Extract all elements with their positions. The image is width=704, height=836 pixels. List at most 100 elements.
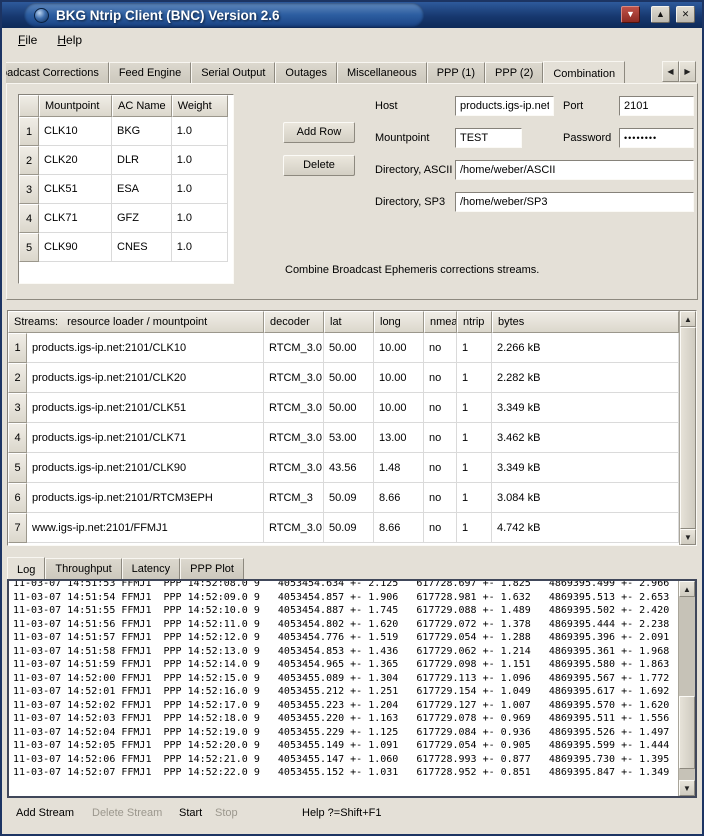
tab-combination[interactable]: Combination bbox=[543, 61, 625, 83]
row-header: 5 bbox=[8, 453, 27, 483]
cell-nmea: no bbox=[424, 393, 457, 423]
cell-mountpoint[interactable]: CLK20 bbox=[39, 146, 112, 175]
col-header-weight: Weight bbox=[172, 95, 228, 117]
cell-mountpoint[interactable]: CLK51 bbox=[39, 175, 112, 204]
col-header-ntrip: ntrip bbox=[457, 311, 492, 333]
cell-mountpoint[interactable]: CLK90 bbox=[39, 233, 112, 262]
cell-lat: 53.00 bbox=[324, 423, 374, 453]
cell-ntrip: 1 bbox=[457, 453, 492, 483]
port-input[interactable] bbox=[619, 96, 694, 116]
cell-ntrip: 1 bbox=[457, 363, 492, 393]
host-input[interactable] bbox=[455, 96, 554, 116]
tab-miscellaneous[interactable]: Miscellaneous bbox=[337, 62, 427, 83]
table-corner bbox=[19, 95, 39, 117]
combination-row: 5 CLK90 CNES 1.0 bbox=[19, 233, 228, 262]
menu-bar: File Help bbox=[2, 28, 702, 52]
cell-bytes: 3.084 kB bbox=[492, 483, 679, 513]
row-header: 1 bbox=[19, 117, 39, 146]
stream-row[interactable]: 5 products.igs-ip.net:2101/CLK90 RTCM_3.… bbox=[8, 453, 679, 483]
start-button[interactable]: Start bbox=[179, 807, 202, 819]
row-header: 2 bbox=[19, 146, 39, 175]
host-label: Host bbox=[375, 100, 398, 112]
streams-table: Streams: resource loader / mountpoint de… bbox=[7, 310, 697, 546]
mountpoint-input[interactable] bbox=[455, 128, 522, 148]
col-header-lat: lat bbox=[324, 311, 374, 333]
app-window: BKG Ntrip Client (BNC) Version 2.6 ▼ ▲ ✕… bbox=[0, 0, 704, 836]
tab-ppp-plot[interactable]: PPP Plot bbox=[180, 558, 244, 579]
menu-file[interactable]: File bbox=[10, 30, 45, 50]
tab-outages[interactable]: Outages bbox=[275, 62, 337, 83]
tab-log[interactable]: Log bbox=[7, 557, 45, 579]
col-header-ac-name: AC Name bbox=[112, 95, 172, 117]
minimize-button[interactable]: ▼ bbox=[621, 6, 640, 23]
scroll-track[interactable] bbox=[680, 327, 696, 529]
cell-ac-name[interactable]: DLR bbox=[112, 146, 172, 175]
cell-lat: 43.56 bbox=[324, 453, 374, 483]
cell-weight[interactable]: 1.0 bbox=[172, 204, 228, 233]
scroll-thumb[interactable] bbox=[679, 696, 695, 769]
scroll-down-button[interactable]: ▼ bbox=[680, 529, 696, 545]
cell-weight[interactable]: 1.0 bbox=[172, 117, 228, 146]
scroll-track[interactable] bbox=[679, 597, 695, 780]
cell-bytes: 2.282 kB bbox=[492, 363, 679, 393]
cell-long: 10.00 bbox=[374, 393, 424, 423]
stream-row[interactable]: 1 products.igs-ip.net:2101/CLK10 RTCM_3.… bbox=[8, 333, 679, 363]
tab-throughput[interactable]: Throughput bbox=[45, 558, 121, 579]
scroll-thumb[interactable] bbox=[680, 327, 696, 529]
cell-lat: 50.09 bbox=[324, 483, 374, 513]
cell-ntrip: 1 bbox=[457, 333, 492, 363]
stream-row[interactable]: 6 products.igs-ip.net:2101/RTCM3EPH RTCM… bbox=[8, 483, 679, 513]
combination-row: 2 CLK20 DLR 1.0 bbox=[19, 146, 228, 175]
row-header: 5 bbox=[19, 233, 39, 262]
cell-weight[interactable]: 1.0 bbox=[172, 233, 228, 262]
add-stream-button[interactable]: Add Stream bbox=[16, 807, 74, 819]
stream-row[interactable]: 2 products.igs-ip.net:2101/CLK20 RTCM_3.… bbox=[8, 363, 679, 393]
close-button[interactable]: ✕ bbox=[676, 6, 695, 23]
cell-ntrip: 1 bbox=[457, 423, 492, 453]
tab-ppp-1[interactable]: PPP (1) bbox=[427, 62, 485, 83]
password-input[interactable] bbox=[619, 128, 694, 148]
combination-table: Mountpoint AC Name Weight 1 CLK10 BKG 1.… bbox=[18, 94, 234, 284]
menu-help[interactable]: Help bbox=[49, 30, 90, 50]
tab-feed-engine[interactable]: Feed Engine bbox=[109, 62, 191, 83]
log-text[interactable]: 11-03-07 14:51:53 FFMJ1 PPP 14:52:08.0 9… bbox=[9, 581, 678, 796]
tab-broadcast-corrections[interactable]: Broadcast Corrections bbox=[6, 62, 109, 83]
cell-ac-name[interactable]: ESA bbox=[112, 175, 172, 204]
cell-ac-name[interactable]: GFZ bbox=[112, 204, 172, 233]
tab-latency[interactable]: Latency bbox=[122, 558, 181, 579]
row-header: 4 bbox=[19, 204, 39, 233]
add-row-button[interactable]: Add Row bbox=[283, 122, 355, 143]
cell-nmea: no bbox=[424, 333, 457, 363]
title-bar[interactable]: BKG Ntrip Client (BNC) Version 2.6 ▼ ▲ ✕ bbox=[2, 2, 702, 28]
row-header: 4 bbox=[8, 423, 27, 453]
tab-serial-output[interactable]: Serial Output bbox=[191, 62, 275, 83]
cell-mountpoint[interactable]: CLK71 bbox=[39, 204, 112, 233]
cell-weight[interactable]: 1.0 bbox=[172, 175, 228, 204]
log-scrollbar[interactable]: ▲ ▼ bbox=[678, 581, 695, 796]
stream-row[interactable]: 4 products.igs-ip.net:2101/CLK71 RTCM_3.… bbox=[8, 423, 679, 453]
scroll-up-button[interactable]: ▲ bbox=[679, 581, 695, 597]
cell-ac-name[interactable]: CNES bbox=[112, 233, 172, 262]
tab-scroll-left-button[interactable]: ◀ bbox=[662, 61, 679, 82]
directory-sp3-input[interactable] bbox=[455, 192, 694, 212]
stream-row[interactable]: 7 www.igs-ip.net:2101/FFMJ1 RTCM_3.0 50.… bbox=[8, 513, 679, 543]
cell-ntrip: 1 bbox=[457, 393, 492, 423]
cell-bytes: 3.462 kB bbox=[492, 423, 679, 453]
cell-mountpoint[interactable]: CLK10 bbox=[39, 117, 112, 146]
tab-ppp-2[interactable]: PPP (2) bbox=[485, 62, 543, 83]
port-label: Port bbox=[563, 100, 583, 112]
cell-ac-name[interactable]: BKG bbox=[112, 117, 172, 146]
cell-nmea: no bbox=[424, 483, 457, 513]
tab-scroll-right-button[interactable]: ▶ bbox=[679, 61, 696, 82]
stream-row[interactable]: 3 products.igs-ip.net:2101/CLK51 RTCM_3.… bbox=[8, 393, 679, 423]
streams-scrollbar[interactable]: ▲ ▼ bbox=[679, 311, 696, 545]
directory-ascii-input[interactable] bbox=[455, 160, 694, 180]
maximize-button[interactable]: ▲ bbox=[651, 6, 670, 23]
scroll-up-button[interactable]: ▲ bbox=[680, 311, 696, 327]
scroll-down-button[interactable]: ▼ bbox=[679, 780, 695, 796]
cell-long: 8.66 bbox=[374, 513, 424, 543]
mountpoint-label: Mountpoint bbox=[375, 132, 429, 144]
password-label: Password bbox=[563, 132, 611, 144]
cell-weight[interactable]: 1.0 bbox=[172, 146, 228, 175]
delete-button[interactable]: Delete bbox=[283, 155, 355, 176]
